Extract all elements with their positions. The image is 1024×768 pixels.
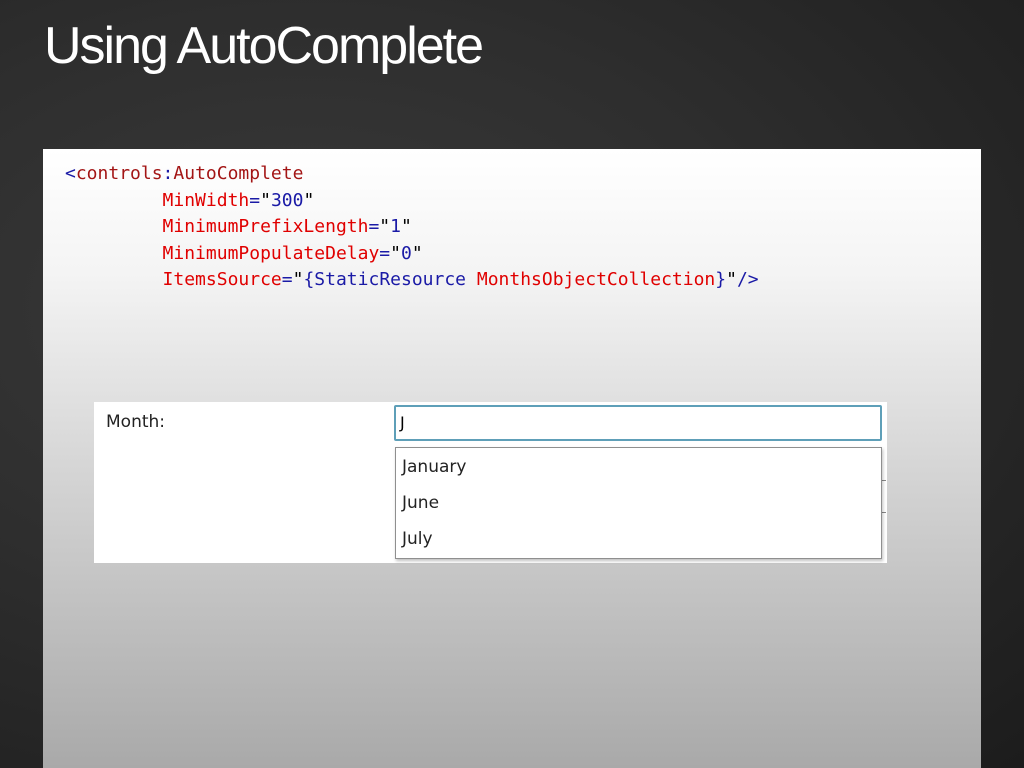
code-tag-prefix: controls <box>75 163 163 184</box>
code-snippet: <controls:AutoComplete MinWidth="300" Mi… <box>65 161 759 294</box>
month-autocomplete-input[interactable]: J <box>394 405 882 441</box>
code-markup-extension: StaticResource <box>314 269 467 290</box>
month-label: Month: <box>106 412 166 432</box>
code-line-prefix-length: MinimumPrefixLength="1" <box>162 216 412 237</box>
code-attr-value: 0 <box>400 242 412 264</box>
suggestion-dropdown: January June July <box>395 447 882 559</box>
code-attr-name: MinimumPrefixLength <box>162 216 369 237</box>
code-colon: : <box>162 163 174 184</box>
code-open-brace: { <box>303 269 315 290</box>
code-resource-key: MonthsObjectCollection <box>476 269 716 290</box>
code-open-bracket: < <box>65 163 76 184</box>
code-attr-name: ItemsSource <box>162 269 282 290</box>
code-close-brace: } <box>715 269 727 290</box>
slide-title: Using AutoComplete <box>44 17 484 75</box>
suggestion-item-january[interactable]: January <box>396 448 881 484</box>
code-attr-name: MinimumPopulateDelay <box>162 242 380 264</box>
code-attr-name: MinWidth <box>162 189 250 211</box>
content-panel: <controls:AutoComplete MinWidth="300" Mi… <box>43 149 981 768</box>
suggestion-item-july[interactable]: July <box>396 520 881 556</box>
code-line-populate-delay: MinimumPopulateDelay="0" <box>162 242 423 264</box>
autocomplete-demo: Month: J January June July <box>94 402 887 563</box>
code-tag-name: AutoComplete <box>173 163 304 184</box>
code-line-items-source: ItemsSource="{StaticResource MonthsObjec… <box>162 269 759 290</box>
code-line-minwidth: MinWidth="300" <box>162 189 315 211</box>
code-close-tag: /> <box>736 269 759 290</box>
code-attr-value: 1 <box>390 216 401 237</box>
code-attr-value: 300 <box>270 189 304 211</box>
suggestion-item-june[interactable]: June <box>396 484 881 520</box>
